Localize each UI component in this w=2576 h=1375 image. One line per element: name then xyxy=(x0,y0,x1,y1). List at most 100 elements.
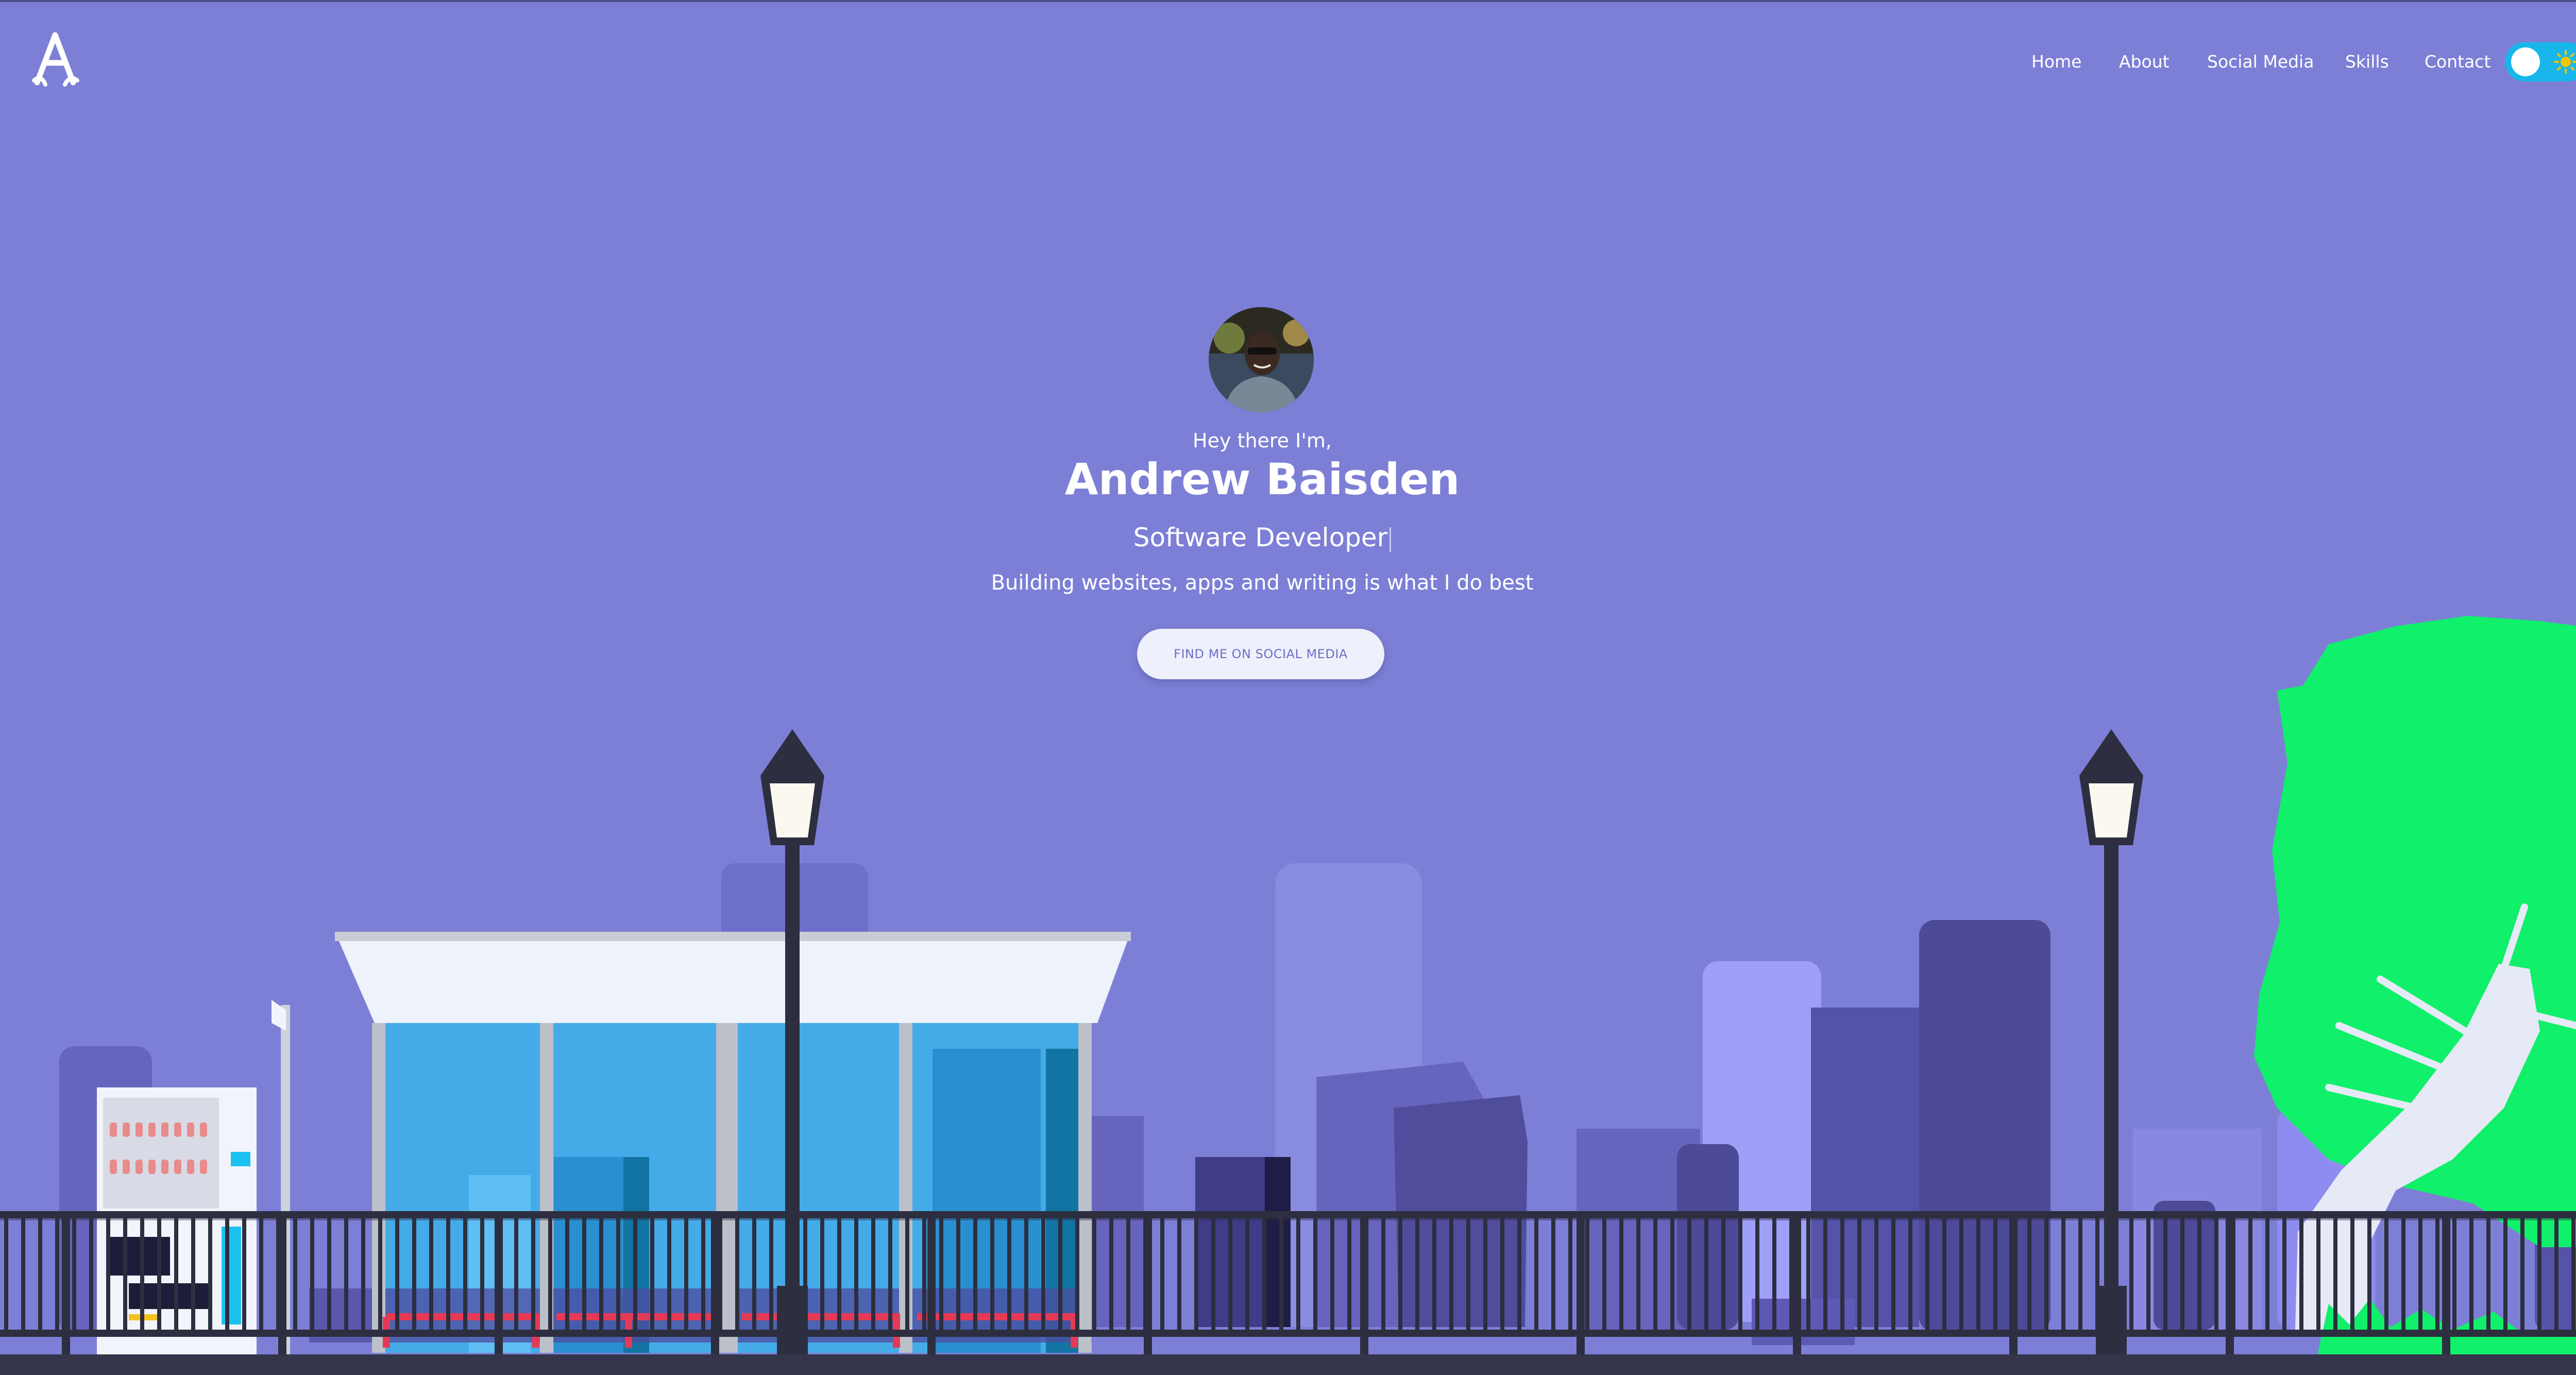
fence-bar xyxy=(667,1216,671,1332)
fence-bar xyxy=(1857,1216,1861,1332)
fence-bar xyxy=(2316,1216,2320,1332)
fence-bar xyxy=(480,1216,484,1332)
fence-bar xyxy=(1347,1216,1351,1332)
fence-bar xyxy=(1449,1216,1453,1332)
fence-bar xyxy=(1007,1216,1011,1332)
fence-bar xyxy=(293,1216,297,1332)
fence-bar xyxy=(1976,1216,1980,1332)
fence-post xyxy=(2442,1214,2450,1355)
fence-bar xyxy=(2027,1216,2031,1332)
fence-bar xyxy=(871,1216,875,1332)
fence-bar xyxy=(2078,1216,2082,1332)
fence-bar xyxy=(1942,1216,1946,1332)
fence-bar xyxy=(446,1216,450,1332)
fence-bar xyxy=(2146,1216,2150,1332)
fence-bar xyxy=(820,1216,824,1332)
fence-bar xyxy=(1075,1216,1079,1332)
fence-bar xyxy=(2163,1216,2167,1332)
fence-bar xyxy=(514,1216,518,1332)
fence-bar xyxy=(2061,1216,2065,1332)
fence-bar xyxy=(2299,1216,2303,1332)
fence-bar xyxy=(2469,1216,2473,1332)
fence-bar xyxy=(1177,1216,1181,1332)
fence-bar xyxy=(548,1216,552,1332)
fence-bar xyxy=(1891,1216,1895,1332)
fence-bar xyxy=(1041,1216,1045,1332)
fence-bar xyxy=(2418,1216,2422,1332)
fence-bar xyxy=(191,1216,195,1332)
fence-bar xyxy=(2112,1216,2116,1332)
fence-bar xyxy=(905,1216,909,1332)
fence-bar xyxy=(106,1216,110,1332)
fence-bar xyxy=(1636,1216,1640,1332)
fence-bar xyxy=(361,1216,365,1332)
fence-bar xyxy=(2129,1216,2133,1332)
fence-bar xyxy=(786,1216,790,1332)
fence-bar xyxy=(701,1216,705,1332)
fence-bar xyxy=(650,1216,654,1332)
fence-bar xyxy=(854,1216,858,1332)
fence-bar xyxy=(259,1216,263,1332)
fence-bar xyxy=(344,1216,348,1332)
fence-bar xyxy=(1534,1216,1538,1332)
fence-bar xyxy=(174,1216,178,1332)
fence-bar xyxy=(1925,1216,1929,1332)
fence-bar xyxy=(463,1216,467,1332)
fence-bar xyxy=(2044,1216,2048,1332)
fence-bar xyxy=(956,1216,960,1332)
fence-bar xyxy=(2520,1216,2524,1332)
fence-bar xyxy=(616,1216,620,1332)
fence-bar xyxy=(1908,1216,1912,1332)
fence-bar xyxy=(378,1216,382,1332)
fence-bar xyxy=(1330,1216,1334,1332)
fence-bar xyxy=(1160,1216,1164,1332)
fence-bar xyxy=(1959,1216,1963,1332)
fence-bar xyxy=(1619,1216,1623,1332)
fence-bar xyxy=(752,1216,756,1332)
fence-bar xyxy=(1772,1216,1776,1332)
fence-bar xyxy=(1058,1216,1062,1332)
fence-bar xyxy=(1245,1216,1249,1332)
fence-bar xyxy=(990,1216,994,1332)
fence-bar xyxy=(2248,1216,2252,1332)
fence-bar xyxy=(633,1216,637,1332)
fence-bar xyxy=(208,1216,212,1332)
fence-post xyxy=(2226,1214,2234,1355)
fence-bar xyxy=(2282,1216,2286,1332)
fence-bar xyxy=(684,1216,688,1332)
fence-bar xyxy=(565,1216,569,1332)
fence-bar xyxy=(1993,1216,1997,1332)
fence-bar xyxy=(803,1216,807,1332)
fence-bar xyxy=(1789,1216,1793,1332)
fence-bar xyxy=(1483,1216,1487,1332)
fence-bar xyxy=(242,1216,246,1332)
fence-post xyxy=(1577,1214,1585,1355)
fence-bar xyxy=(1568,1216,1572,1332)
fence-post xyxy=(2009,1214,2018,1355)
fence-bar xyxy=(1296,1216,1300,1332)
fence-post xyxy=(1144,1214,1152,1355)
fence-bar xyxy=(1653,1216,1657,1332)
fence-bar xyxy=(1381,1216,1385,1332)
fence-post xyxy=(278,1214,286,1355)
fence-bar xyxy=(582,1216,586,1332)
fence-bar xyxy=(55,1216,59,1332)
fence-bar xyxy=(888,1216,892,1332)
fence-bar xyxy=(2197,1216,2201,1332)
fence-bar xyxy=(123,1216,127,1332)
fence-bar xyxy=(1228,1216,1232,1332)
fence-bar xyxy=(2180,1216,2184,1332)
fence-bar xyxy=(1755,1216,1759,1332)
fence-bar xyxy=(1738,1216,1742,1332)
fence-bar xyxy=(2401,1216,2405,1332)
fence-bar xyxy=(2384,1216,2388,1332)
fence-bar xyxy=(1279,1216,1283,1332)
fence-bar xyxy=(837,1216,841,1332)
fence-bar xyxy=(1024,1216,1028,1332)
fence-bar xyxy=(2486,1216,2490,1332)
fence-bar xyxy=(1126,1216,1130,1332)
fence-post xyxy=(1793,1214,1801,1355)
fence-bar xyxy=(1211,1216,1215,1332)
fence-post xyxy=(1360,1214,1368,1355)
fence-bar xyxy=(395,1216,399,1332)
